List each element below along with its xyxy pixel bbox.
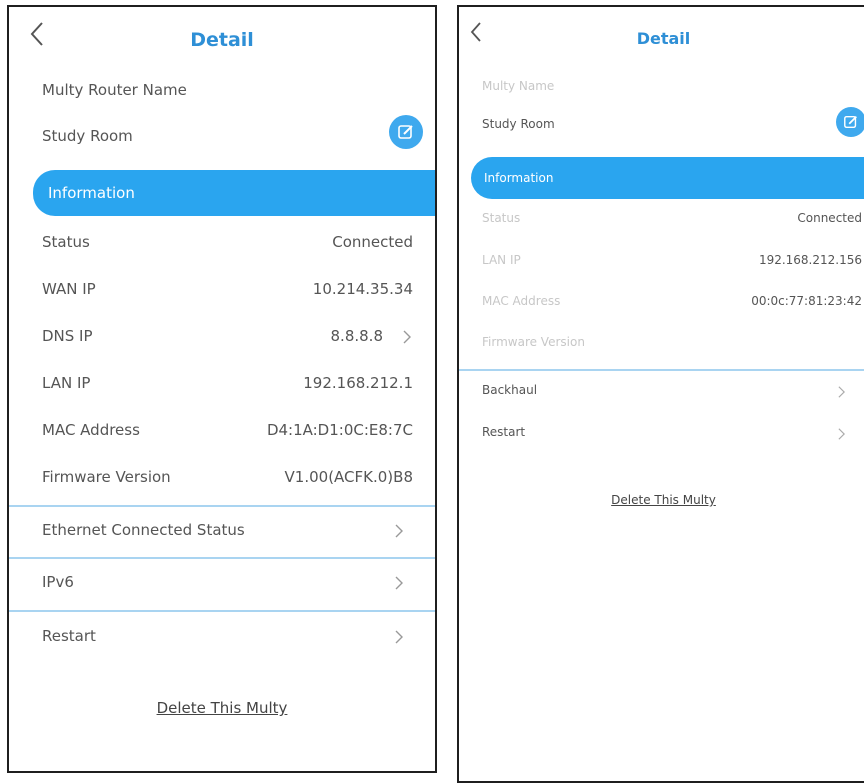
chevron-right-icon[interactable]	[394, 575, 404, 595]
delete-multy-link[interactable]: Delete This Multy	[459, 493, 864, 507]
status-label: Status	[42, 233, 90, 251]
chevron-right-icon[interactable]	[394, 523, 404, 543]
lan-ip-value: 192.168.212.1	[303, 374, 413, 392]
restart-item[interactable]: Restart	[482, 425, 525, 439]
mac-address-label: MAC Address	[42, 421, 140, 439]
backhaul-item[interactable]: Backhaul	[482, 383, 537, 397]
ethernet-connected-status-item[interactable]: Ethernet Connected Status	[42, 521, 245, 539]
name-label: Multy Name	[482, 79, 555, 93]
lan-ip-value: 192.168.212.156	[758, 253, 862, 267]
restart-item[interactable]: Restart	[42, 627, 96, 645]
divider	[9, 610, 435, 612]
page-title: Detail	[636, 29, 691, 48]
name-label: Multy Router Name	[42, 81, 187, 99]
dns-ip-row[interactable]: DNS IP	[42, 327, 93, 345]
page-title: Detail	[190, 29, 254, 51]
lan-ip-label: LAN IP	[482, 253, 521, 267]
information-section-header: Information	[471, 157, 864, 199]
firmware-version-label: Firmware Version	[42, 468, 171, 486]
detail-screen-left: Detail Multy Router Name Study Room Info…	[7, 5, 437, 773]
name-value: Study Room	[42, 127, 133, 145]
divider	[9, 505, 435, 507]
chevron-right-icon[interactable]	[837, 384, 846, 403]
mac-address-value: 00:0c:77:81:23:42	[751, 294, 862, 308]
edit-pencil-icon[interactable]	[389, 115, 423, 149]
information-label: Information	[484, 171, 554, 185]
divider	[459, 369, 864, 371]
detail-screen-right: Detail Multy Name Study Room Information…	[457, 5, 864, 783]
wan-ip-value: 10.214.35.34	[312, 280, 413, 298]
chevron-right-icon[interactable]	[837, 426, 846, 445]
name-value: Study Room	[482, 117, 555, 131]
dns-ip-value: 8.8.8.8	[330, 327, 383, 345]
mac-address-label: MAC Address	[482, 294, 561, 308]
status-label: Status	[482, 211, 521, 225]
mac-address-value: D4:1A:D1:0C:E8:7C	[266, 421, 413, 439]
wan-ip-label: WAN IP	[42, 280, 96, 298]
information-section-header: Information	[33, 170, 435, 216]
delete-multy-link[interactable]: Delete This Multy	[9, 699, 435, 717]
chevron-right-icon[interactable]	[394, 629, 404, 649]
information-label: Information	[48, 184, 135, 202]
lan-ip-label: LAN IP	[42, 374, 91, 392]
status-value: Connected	[332, 233, 413, 251]
edit-pencil-icon[interactable]	[836, 107, 864, 137]
firmware-version-label: Firmware Version	[482, 335, 585, 349]
ipv6-item[interactable]: IPv6	[42, 573, 74, 591]
status-value: Connected	[797, 211, 862, 225]
firmware-version-value: V1.00(ACFK.0)B8	[284, 468, 413, 486]
dns-ip-chevron-icon[interactable]	[402, 329, 412, 349]
divider	[9, 557, 435, 559]
